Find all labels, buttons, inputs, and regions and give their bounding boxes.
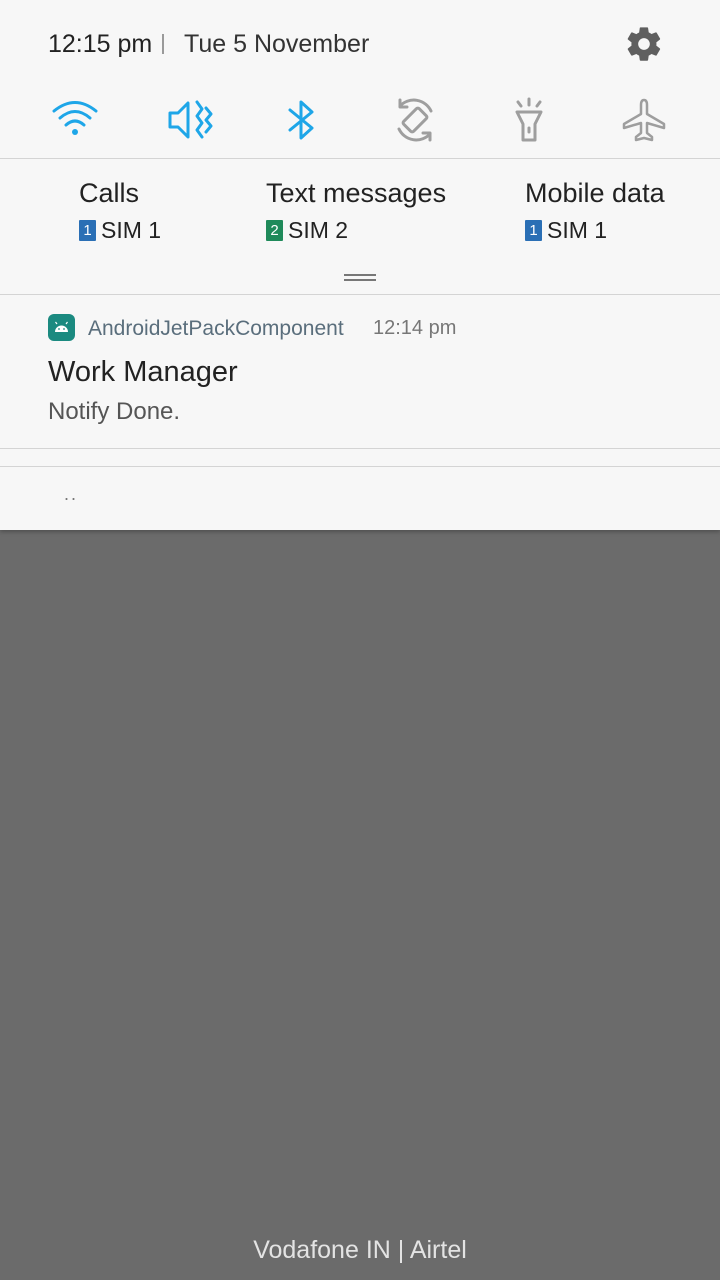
sim-calls-title: Calls: [79, 178, 140, 208]
header-separator: [162, 34, 164, 54]
sim-card-icon: 1: [525, 220, 542, 241]
sim-text-selection: 2 SIM 2: [266, 217, 446, 244]
notification-title: Work Manager: [48, 356, 238, 388]
sim-calls[interactable]: Calls 1 SIM 1: [79, 178, 161, 244]
sim-data-label: SIM 1: [547, 217, 608, 243]
notification-app-name: AndroidJetPackComponent: [88, 317, 344, 340]
notification-text: Notify Done.: [48, 398, 181, 425]
airplane-mode-icon[interactable]: [616, 92, 672, 148]
sim-text-title: Text messages: [266, 178, 447, 208]
settings-gear-icon[interactable]: [624, 24, 664, 64]
sim-text-messages[interactable]: Text messages 2 SIM 2: [266, 178, 446, 244]
sim-mobile-data[interactable]: Mobile data 1 SIM 1: [525, 178, 665, 244]
bluetooth-icon[interactable]: [273, 92, 329, 148]
notification-time: 12:14 pm: [373, 317, 457, 339]
sim-data-title: Mobile data: [525, 178, 665, 208]
sim-calls-selection: 1 SIM 1: [79, 217, 161, 244]
divider: [0, 448, 720, 449]
carrier-label: Vodafone IN | Airtel: [253, 1236, 467, 1264]
flashlight-icon[interactable]: [501, 92, 557, 148]
clock: 12:15 pm: [48, 30, 153, 58]
notification-card[interactable]: AndroidJetPackComponent 12:14 pm Work Ma…: [0, 296, 720, 448]
sim-calls-label: SIM 1: [101, 217, 162, 243]
divider: [0, 294, 720, 295]
screen: 12:15 pm Tue 5 November Calls 1 SIM 1 Te…: [0, 0, 720, 1280]
sim-card-icon: 1: [79, 220, 96, 241]
sim-data-selection: 1 SIM 1: [525, 217, 665, 244]
divider: [0, 466, 720, 467]
panel-header: 12:15 pm Tue 5 November: [0, 0, 720, 90]
sim-card-icon: 2: [266, 220, 283, 241]
notification-panel: 12:15 pm Tue 5 November Calls 1 SIM 1 Te…: [0, 0, 720, 530]
more-notifications-indicator[interactable]: ..: [64, 484, 78, 505]
divider: [0, 158, 720, 159]
android-app-icon: [48, 314, 75, 341]
auto-rotate-icon[interactable]: [387, 92, 443, 148]
sim-text-label: SIM 2: [288, 217, 349, 243]
wifi-icon[interactable]: [47, 92, 103, 148]
drag-handle[interactable]: [344, 274, 376, 282]
vibrate-icon[interactable]: [161, 92, 217, 148]
date[interactable]: Tue 5 November: [184, 30, 369, 59]
quick-settings-row: [0, 92, 720, 152]
